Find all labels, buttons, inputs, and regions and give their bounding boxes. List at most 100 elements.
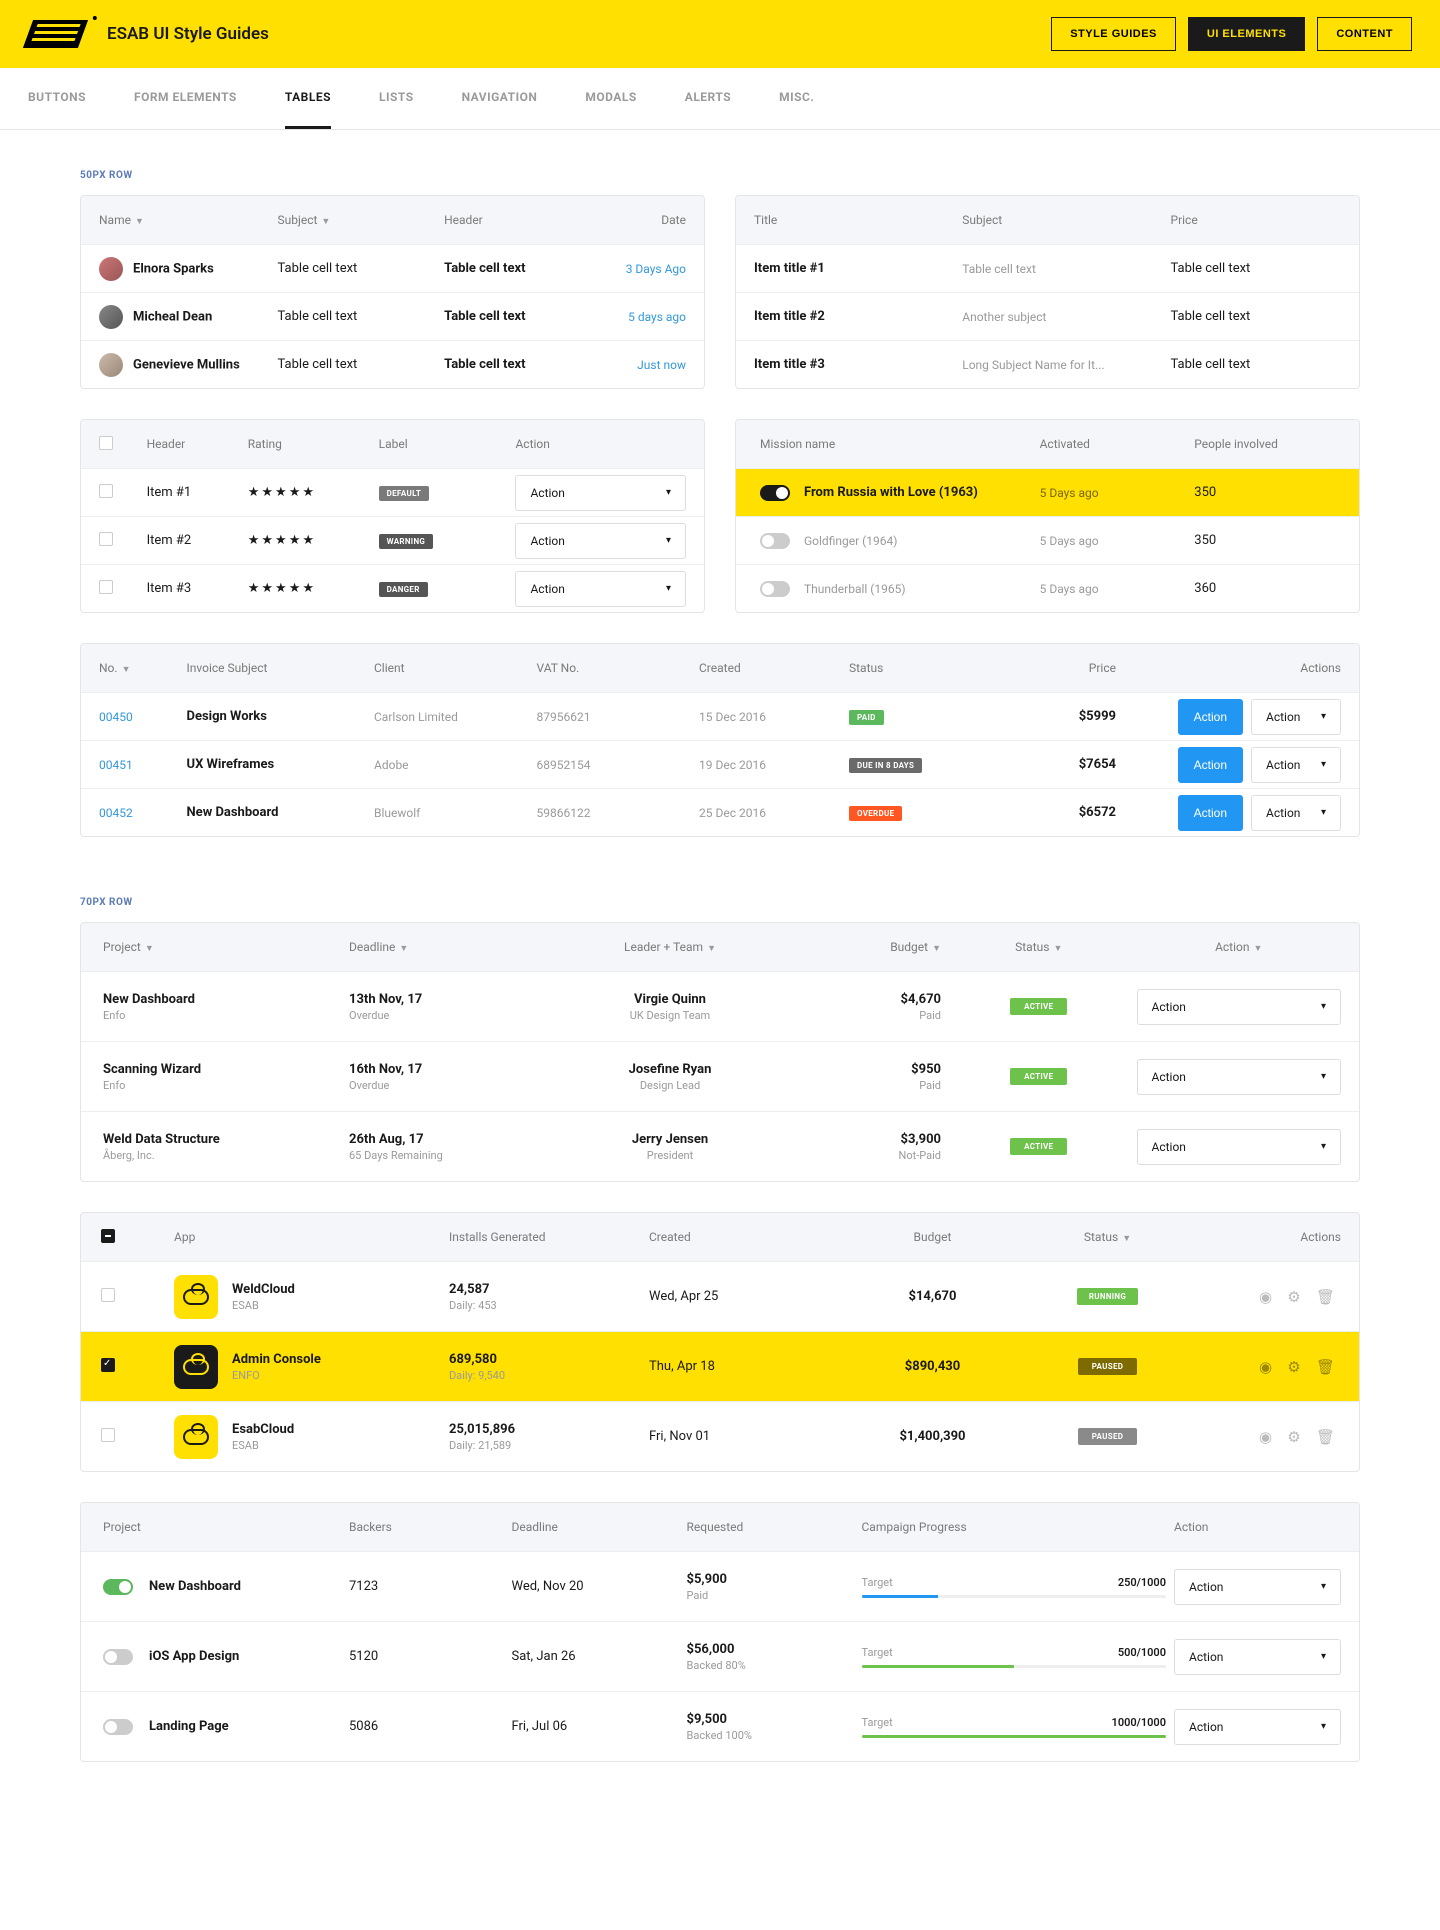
tab-navigation[interactable]: NAVIGATION [462, 68, 538, 129]
created-cell: Wed, Apr 25 [645, 1289, 845, 1304]
action-select[interactable]: Action▾ [515, 475, 686, 511]
checkbox[interactable] [101, 1428, 115, 1442]
action-select[interactable]: Action▾ [515, 523, 686, 559]
invoice-subject: Design Works [183, 709, 371, 724]
action-select[interactable]: Action▾ [1174, 1569, 1341, 1605]
rating-stars: ★★★★★ [244, 581, 375, 596]
toggle[interactable] [760, 533, 790, 549]
title-cell: Item title #2 [750, 309, 958, 324]
tab-modals[interactable]: MODALS [585, 68, 636, 129]
style-guides-button[interactable]: STYLE GUIDES [1051, 17, 1176, 51]
action-select[interactable]: Action▾ [1251, 747, 1341, 783]
toggle[interactable] [760, 485, 790, 501]
checkbox[interactable] [101, 1288, 115, 1302]
invoice-no[interactable]: 00451 [95, 758, 183, 772]
subject-cell: Table cell text [274, 261, 441, 276]
table-row[interactable]: Elnora Sparks Table cell text Table cell… [81, 244, 704, 292]
chevron-down-icon: ▾ [1321, 1721, 1326, 1732]
action-select[interactable]: Action▾ [515, 571, 686, 607]
toggle[interactable] [103, 1719, 133, 1735]
col-header: Header [147, 437, 186, 451]
trash-icon[interactable]: 🗑 [1310, 1358, 1341, 1376]
ui-elements-button[interactable]: UI ELEMENTS [1188, 17, 1305, 51]
action-select[interactable]: Action▾ [1137, 1059, 1342, 1095]
gear-icon[interactable]: ⚙ [1281, 1428, 1306, 1446]
leader-name: Jerry Jensen [537, 1132, 804, 1147]
mission-name: Goldfinger (1964) [804, 534, 897, 548]
eye-icon[interactable]: ◉ [1253, 1358, 1278, 1376]
col-no[interactable]: No. [99, 661, 118, 675]
col-status[interactable]: Status [1084, 1230, 1118, 1244]
tab-buttons[interactable]: BUTTONS [28, 68, 86, 129]
section-50px: 50PX ROW [80, 170, 1360, 181]
action-button[interactable]: Action [1178, 747, 1243, 783]
tab-alerts[interactable]: ALERTS [685, 68, 731, 129]
table-row[interactable]: Item title #2 Another subject Table cell… [736, 292, 1359, 340]
invoice-no[interactable]: 00452 [95, 806, 183, 820]
table-row[interactable]: Item title #3 Long Subject Name for It..… [736, 340, 1359, 388]
action-button[interactable]: Action [1178, 699, 1243, 735]
toggle[interactable] [760, 581, 790, 597]
trash-icon[interactable]: 🗑 [1310, 1428, 1341, 1446]
sort-icon[interactable]: ▼ [399, 944, 408, 954]
table-invoices: No.▼ Invoice Subject Client VAT No. Crea… [80, 643, 1360, 837]
tab-lists[interactable]: LISTS [379, 68, 414, 129]
sort-icon[interactable]: ▼ [707, 944, 716, 954]
table-row[interactable]: Genevieve Mullins Table cell text Table … [81, 340, 704, 388]
trash-icon[interactable]: 🗑 [1310, 1288, 1341, 1306]
sort-icon[interactable]: ▼ [122, 665, 131, 675]
col-action[interactable]: Action [1215, 940, 1249, 954]
checkbox[interactable] [101, 1358, 115, 1372]
col-leader[interactable]: Leader + Team [624, 940, 703, 954]
col-project[interactable]: Project [103, 940, 141, 954]
project-name: New Dashboard [103, 992, 341, 1007]
sort-icon[interactable]: ▼ [135, 217, 144, 227]
sort-icon[interactable]: ▼ [1122, 1234, 1131, 1244]
chevron-down-icon: ▾ [666, 535, 671, 546]
eye-icon[interactable]: ◉ [1253, 1428, 1278, 1446]
invoice-no[interactable]: 00450 [95, 710, 183, 724]
content-button[interactable]: CONTENT [1317, 17, 1412, 51]
col-subject[interactable]: Subject [278, 213, 318, 227]
price-cell: $6572 [995, 805, 1120, 820]
toggle[interactable] [103, 1649, 133, 1665]
gear-icon[interactable]: ⚙ [1281, 1358, 1306, 1376]
action-select[interactable]: Action▾ [1251, 795, 1341, 831]
col-deadline[interactable]: Deadline [349, 940, 395, 954]
table-missions: Mission name Activated People involved F… [735, 419, 1360, 613]
checkbox[interactable] [99, 580, 113, 594]
checkbox[interactable] [99, 532, 113, 546]
table-row[interactable]: Micheal Dean Table cell text Table cell … [81, 292, 704, 340]
col-status[interactable]: Status [1015, 940, 1049, 954]
project-name: Landing Page [149, 1719, 229, 1734]
eye-icon[interactable]: ◉ [1253, 1288, 1278, 1306]
action-select[interactable]: Action▾ [1174, 1709, 1341, 1745]
sort-icon[interactable]: ▼ [321, 217, 330, 227]
toggle[interactable] [103, 1579, 133, 1595]
table-users: Name▼ Subject▼ Header Date Elnora Sparks… [80, 195, 705, 389]
deadline-date: 13th Nov, 17 [349, 992, 529, 1007]
col-name[interactable]: Name [99, 213, 131, 227]
table-row[interactable]: Item title #1 Table cell text Table cell… [736, 244, 1359, 292]
tab-misc[interactable]: MISC. [779, 68, 814, 129]
tab-tables[interactable]: TABLES [285, 68, 331, 129]
table-row: Item #2 ★★★★★ WARNING Action▾ [81, 516, 704, 564]
gear-icon[interactable]: ⚙ [1281, 1288, 1306, 1306]
sort-icon[interactable]: ▼ [932, 944, 941, 954]
app-company: ESAB [232, 1299, 295, 1312]
tab-form-elements[interactable]: FORM ELEMENTS [134, 68, 237, 129]
sort-icon[interactable]: ▼ [1053, 944, 1062, 954]
action-select[interactable]: Action▾ [1137, 1129, 1342, 1165]
avatar [99, 353, 123, 377]
action-select[interactable]: Action▾ [1137, 989, 1342, 1025]
checkbox-all[interactable] [99, 436, 113, 450]
leader-name: Josefine Ryan [537, 1062, 804, 1077]
sort-icon[interactable]: ▼ [1254, 944, 1263, 954]
checkbox-all[interactable] [101, 1229, 115, 1243]
action-button[interactable]: Action [1178, 795, 1243, 831]
sort-icon[interactable]: ▼ [145, 944, 154, 954]
checkbox[interactable] [99, 484, 113, 498]
action-select[interactable]: Action▾ [1174, 1639, 1341, 1675]
col-budget[interactable]: Budget [890, 940, 928, 954]
action-select[interactable]: Action▾ [1251, 699, 1341, 735]
